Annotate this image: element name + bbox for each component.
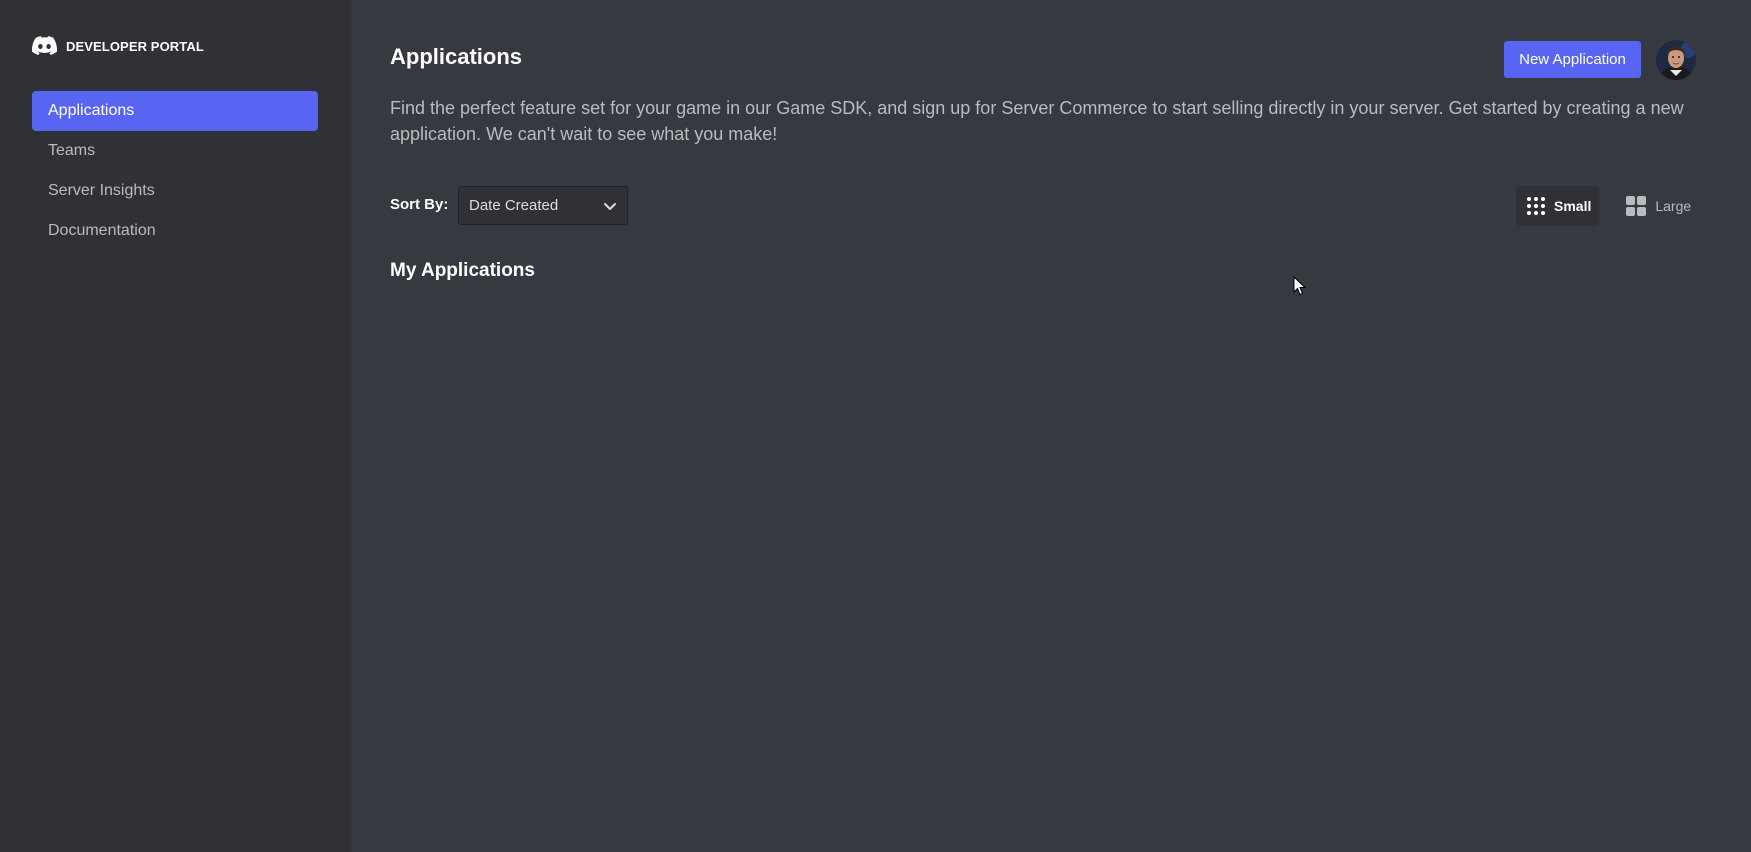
large-grid-icon	[1626, 196, 1647, 216]
sidebar-item-documentation[interactable]: Documentation	[32, 211, 318, 251]
page-description: Find the perfect feature set for your ga…	[390, 98, 1684, 144]
sidebar-item-server-insights[interactable]: Server Insights	[32, 171, 318, 211]
my-applications-heading: My Applications	[390, 260, 535, 281]
mouse-cursor-icon	[1293, 275, 1307, 296]
sort-by-value: Date Created	[469, 197, 559, 214]
main-content: Applications New Application Find the pe…	[351, 0, 1751, 852]
view-large-label: Large	[1655, 198, 1692, 214]
new-application-button[interactable]: New Application	[1504, 41, 1641, 78]
chevron-down-icon	[603, 199, 617, 213]
view-small-button[interactable]: Small	[1516, 186, 1600, 226]
view-large-button[interactable]: Large	[1615, 186, 1699, 226]
sidebar: DEVELOPER PORTAL Applications Teams Serv…	[0, 0, 351, 852]
view-small-label: Small	[1554, 198, 1592, 214]
sort-by-label: Sort By:	[390, 196, 449, 213]
page-title: Applications	[390, 44, 523, 69]
sidebar-nav: Applications Teams Server Insights Docum…	[32, 91, 318, 251]
sidebar-item-applications[interactable]: Applications	[32, 91, 318, 131]
view-size-toggle: Small Large	[1516, 186, 1699, 226]
user-avatar[interactable]	[1656, 40, 1696, 80]
small-grid-icon	[1527, 197, 1545, 215]
sidebar-item-teams[interactable]: Teams	[32, 131, 318, 171]
sort-by-select[interactable]: Date Created	[458, 186, 628, 225]
brand[interactable]: DEVELOPER PORTAL	[32, 36, 204, 56]
brand-label: DEVELOPER PORTAL	[66, 38, 204, 54]
discord-logo-icon	[32, 36, 57, 56]
